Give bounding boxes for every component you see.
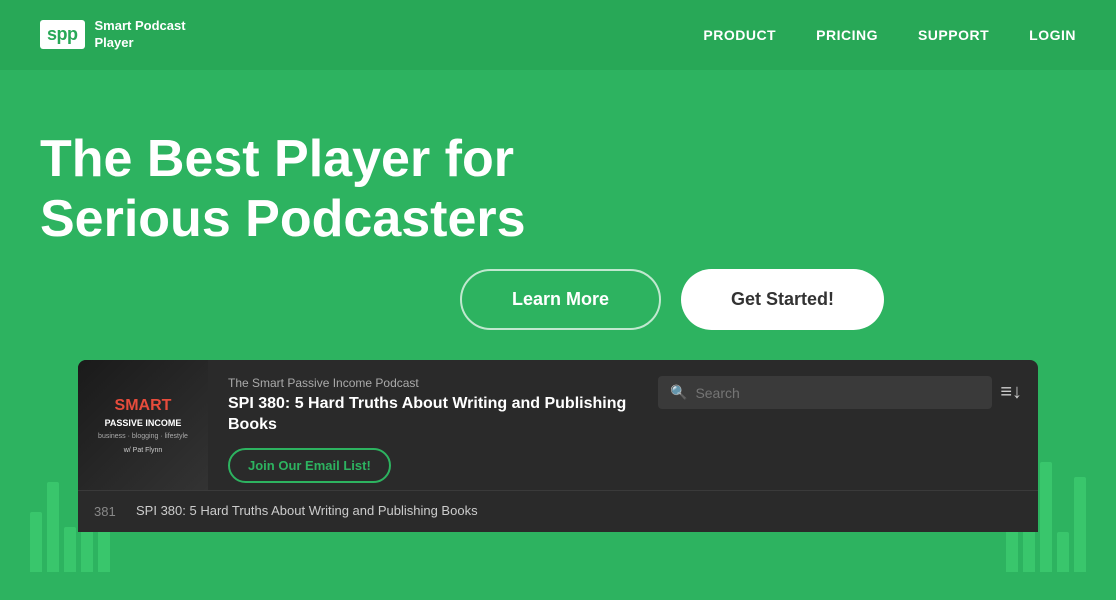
nav-login[interactable]: LOGIN: [1029, 27, 1076, 43]
episode-title: SPI 380: 5 Hard Truths About Writing and…: [228, 394, 638, 436]
email-cta-button[interactable]: Join Our Email List!: [228, 448, 391, 483]
logo: spp Smart Podcast Player: [40, 18, 186, 52]
logo-badge: spp: [40, 20, 85, 49]
bar: [1057, 532, 1069, 572]
artwork-inner: SMART PASSIVE INCOME business · blogging…: [78, 360, 208, 490]
search-row: 🔍 ≡↓: [658, 376, 1022, 409]
navbar: spp Smart Podcast Player PRODUCT PRICING…: [0, 0, 1116, 70]
logo-text: Smart Podcast Player: [95, 18, 186, 52]
player-widget: SMART PASSIVE INCOME business · blogging…: [78, 360, 1038, 532]
search-input[interactable]: [695, 385, 980, 401]
artwork-host: w/ Pat Flynn: [124, 447, 163, 454]
search-input-wrap: 🔍: [658, 376, 992, 409]
artwork-subtitle: business · blogging · lifestyle: [98, 432, 188, 441]
bar: [64, 527, 76, 572]
hero-buttons: Learn More Get Started!: [460, 269, 1076, 330]
episode-number: 381: [94, 504, 124, 519]
nav-links: PRODUCT PRICING SUPPORT LOGIN: [703, 27, 1076, 43]
artwork-title: SMART PASSIVE INCOME: [105, 396, 182, 428]
get-started-button[interactable]: Get Started!: [681, 269, 884, 330]
podcast-artwork: SMART PASSIVE INCOME business · blogging…: [78, 360, 208, 490]
nav-pricing[interactable]: PRICING: [816, 27, 878, 43]
sort-icon[interactable]: ≡↓: [1000, 381, 1022, 404]
podcast-name: The Smart Passive Income Podcast: [228, 376, 638, 390]
episode-list-title: SPI 380: 5 Hard Truths About Writing and…: [136, 503, 478, 520]
hero-section: The Best Player for Serious Podcasters L…: [0, 70, 1116, 572]
search-icon: 🔍: [670, 384, 687, 401]
player-top-row: SMART PASSIVE INCOME business · blogging…: [78, 360, 1038, 490]
player-search-area: 🔍 ≡↓: [658, 360, 1038, 490]
nav-product[interactable]: PRODUCT: [703, 27, 776, 43]
episode-list-item[interactable]: 381 SPI 380: 5 Hard Truths About Writing…: [78, 490, 1038, 532]
learn-more-button[interactable]: Learn More: [460, 269, 661, 330]
player-info: The Smart Passive Income Podcast SPI 380…: [208, 360, 658, 490]
nav-support[interactable]: SUPPORT: [918, 27, 989, 43]
hero-title: The Best Player for Serious Podcasters: [40, 130, 590, 250]
